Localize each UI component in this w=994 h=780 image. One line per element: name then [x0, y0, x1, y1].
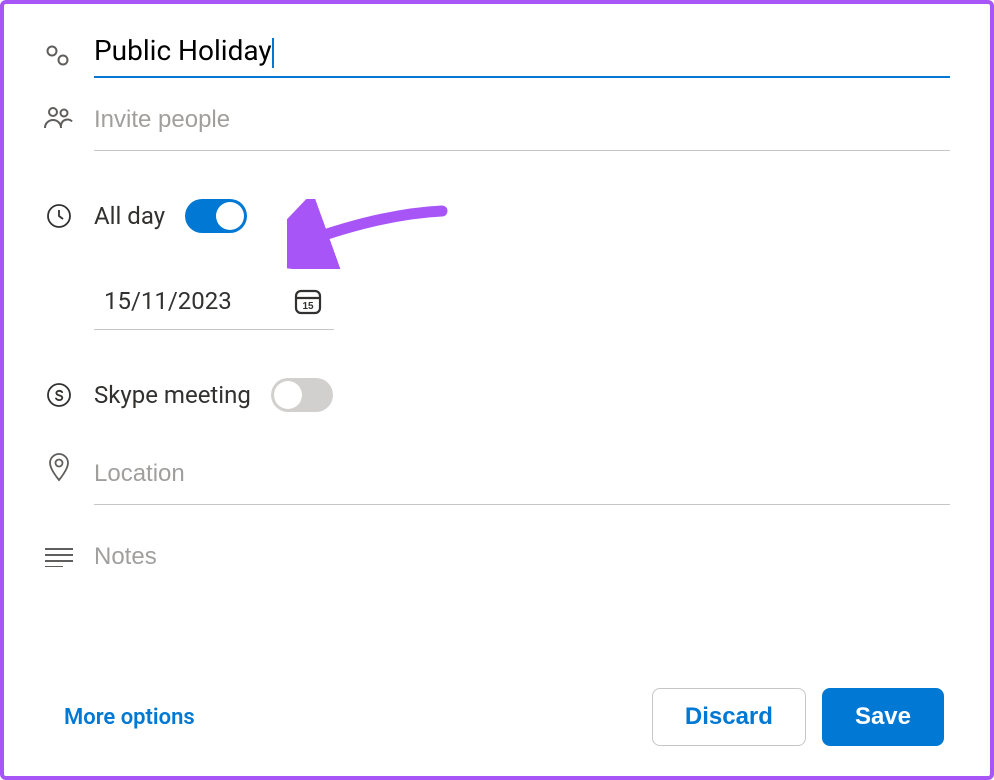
clock-icon: [44, 203, 74, 229]
location-icon: [44, 452, 74, 482]
invite-people-input[interactable]: [94, 106, 950, 134]
discard-button[interactable]: Discard: [652, 688, 806, 746]
date-value: 15/11/2023: [104, 287, 232, 315]
skype-icon: [44, 382, 74, 408]
all-day-toggle[interactable]: [185, 199, 247, 233]
skype-meeting-label: Skype meeting: [94, 381, 251, 409]
svg-text:15: 15: [302, 301, 314, 312]
category-icon: [44, 45, 74, 67]
date-field[interactable]: 15/11/2023 15: [94, 277, 334, 330]
notes-icon: [44, 547, 74, 567]
location-input[interactable]: [94, 460, 950, 488]
notes-input[interactable]: [94, 543, 950, 571]
calendar-icon[interactable]: 15: [292, 285, 324, 317]
all-day-label: All day: [94, 202, 165, 230]
skype-meeting-toggle[interactable]: [271, 378, 333, 412]
save-button[interactable]: Save: [822, 688, 944, 746]
event-title-input[interactable]: Public Holiday: [94, 34, 274, 67]
more-options-link[interactable]: More options: [44, 705, 195, 730]
people-icon: [44, 106, 74, 130]
